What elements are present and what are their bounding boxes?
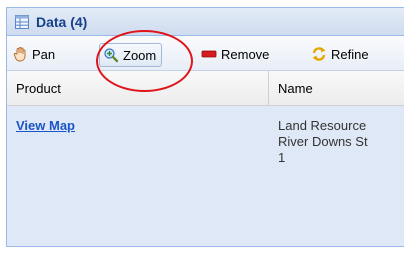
remove-label: Remove [221, 46, 270, 62]
remove-button[interactable]: Remove [201, 43, 269, 65]
refresh-icon [311, 46, 327, 62]
panel-title: Data (4) [36, 13, 88, 30]
data-panel: Data (4) Pan Zoom Remove Refine Product … [6, 7, 404, 247]
zoom-button[interactable]: Zoom [99, 43, 163, 67]
panel-header: Data (4) [7, 8, 404, 36]
pan-button[interactable]: Pan [12, 43, 55, 65]
name-line: 1 [278, 150, 286, 165]
column-header-name[interactable]: Name [269, 71, 404, 105]
view-map-link[interactable]: View Map [16, 118, 75, 133]
name-cell: Land Resource River Downs St 1 [278, 118, 404, 166]
table-row[interactable]: View Map Land Resource River Downs St 1 [7, 106, 404, 196]
refine-label: Refine [331, 46, 369, 62]
grid-column-header: Product Name [7, 71, 404, 106]
column-header-product[interactable]: Product [7, 71, 269, 105]
name-line: Land Resource [278, 118, 367, 133]
refine-button[interactable]: Refine [311, 43, 369, 65]
grid-table-icon [14, 14, 30, 30]
name-line: River Downs St [278, 134, 368, 149]
column-header-label: Name [278, 80, 313, 96]
magnifier-icon [103, 47, 119, 63]
toolbar: Pan Zoom Remove Refine [7, 36, 404, 71]
pan-label: Pan [32, 46, 56, 62]
zoom-label: Zoom [123, 47, 157, 63]
minus-icon [201, 46, 217, 62]
hand-icon [12, 46, 28, 62]
column-header-label: Product [16, 80, 61, 96]
